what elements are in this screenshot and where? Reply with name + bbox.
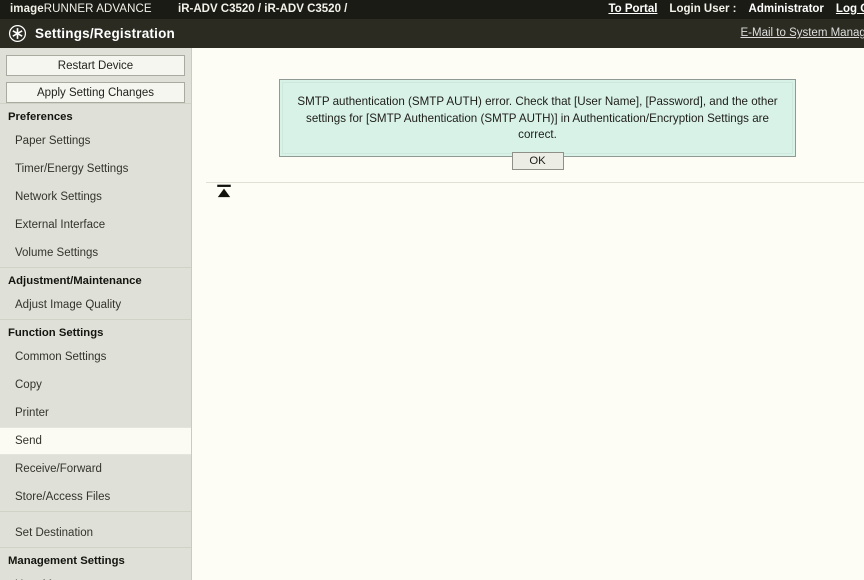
sidebar: Restart Device Apply Setting Changes Pre… bbox=[0, 48, 192, 580]
sidebar-item-paper-settings[interactable]: Paper Settings bbox=[0, 127, 191, 155]
settings-registration-page: imageRUNNER ADVANCE iR-ADV C3520 / iR-AD… bbox=[0, 0, 864, 580]
apply-setting-changes-button[interactable]: Apply Setting Changes bbox=[6, 82, 185, 103]
restart-device-button[interactable]: Restart Device bbox=[6, 55, 185, 76]
settings-gear-icon bbox=[8, 24, 27, 43]
sidebar-item-adjust-image-quality[interactable]: Adjust Image Quality bbox=[0, 291, 191, 319]
sidebar-item-send[interactable]: Send bbox=[0, 427, 191, 455]
sidebar-item-receive-forward[interactable]: Receive/Forward bbox=[0, 455, 191, 483]
login-user-label: Login User : bbox=[669, 3, 736, 15]
sidebar-divider-set-destination bbox=[0, 511, 191, 519]
sidebar-item-user-management[interactable]: User Management bbox=[0, 571, 191, 580]
log-out-link[interactable]: Log Out bbox=[836, 3, 864, 15]
sidebar-section-adjustment-maintenance: Adjustment/Maintenance bbox=[0, 267, 191, 291]
main-content: SMTP authentication (SMTP AUTH) error. C… bbox=[193, 48, 864, 580]
ok-button[interactable]: OK bbox=[512, 152, 564, 170]
page-title: Settings/Registration bbox=[35, 26, 175, 41]
email-to-system-manager-link[interactable]: E-Mail to System Manager bbox=[741, 27, 864, 39]
back-to-top-arrow-icon[interactable] bbox=[215, 183, 233, 201]
sidebar-item-copy[interactable]: Copy bbox=[0, 371, 191, 399]
brand-prefix: image bbox=[10, 3, 44, 15]
login-user-name: Administrator bbox=[749, 3, 824, 15]
sidebar-item-printer[interactable]: Printer bbox=[0, 399, 191, 427]
error-message-text: SMTP authentication (SMTP AUTH) error. C… bbox=[293, 94, 783, 144]
device-model-label: iR-ADV C3520 / iR-ADV C3520 / bbox=[178, 3, 347, 15]
page-header-title-group: Settings/Registration bbox=[8, 24, 175, 43]
sidebar-item-volume-settings[interactable]: Volume Settings bbox=[0, 239, 191, 267]
message-box-inner: SMTP authentication (SMTP AUTH) error. C… bbox=[282, 82, 793, 154]
sidebar-section-function-settings: Function Settings bbox=[0, 319, 191, 343]
sidebar-item-store-access-files[interactable]: Store/Access Files bbox=[0, 483, 191, 511]
top-header-bar: imageRUNNER ADVANCE iR-ADV C3520 / iR-AD… bbox=[0, 0, 864, 19]
sidebar-item-network-settings[interactable]: Network Settings bbox=[0, 183, 191, 211]
top-header-right-group: To Portal Login User : Administrator Log… bbox=[608, 3, 864, 15]
page-header-bar: Settings/Registration E-Mail to System M… bbox=[0, 19, 864, 48]
sidebar-section-management-settings: Management Settings bbox=[0, 547, 191, 571]
content-divider bbox=[206, 182, 864, 183]
product-brand: imageRUNNER ADVANCE bbox=[10, 3, 152, 15]
sidebar-section-preferences: Preferences bbox=[0, 103, 191, 127]
sidebar-item-set-destination[interactable]: Set Destination bbox=[0, 519, 191, 547]
sidebar-item-timer-energy-settings[interactable]: Timer/Energy Settings bbox=[0, 155, 191, 183]
to-portal-link[interactable]: To Portal bbox=[608, 3, 657, 15]
smtp-auth-error-message-box: SMTP authentication (SMTP AUTH) error. C… bbox=[279, 79, 796, 157]
brand-suffix: RUNNER ADVANCE bbox=[44, 3, 152, 15]
sidebar-item-external-interface[interactable]: External Interface bbox=[0, 211, 191, 239]
sidebar-item-common-settings[interactable]: Common Settings bbox=[0, 343, 191, 371]
